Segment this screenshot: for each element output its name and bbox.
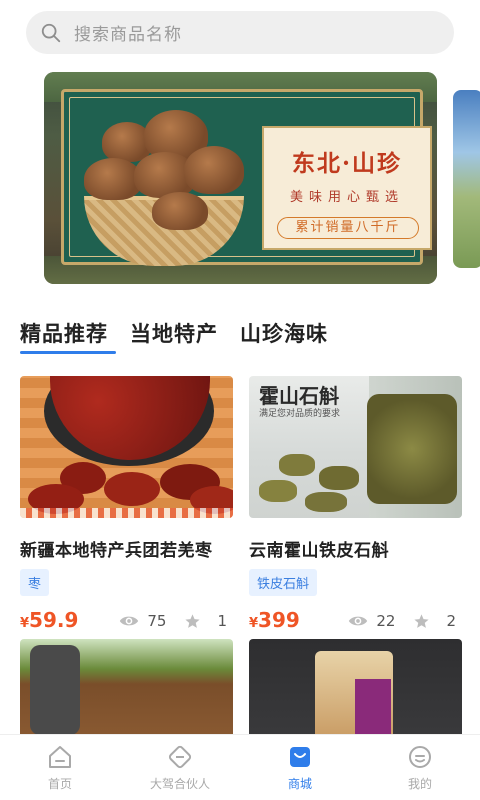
banner-frame: 东北·山珍 美味用心甄选 累计销量八千斤 (61, 89, 432, 266)
next-banner-peek[interactable] (453, 90, 480, 268)
product-image-partial[interactable] (20, 639, 233, 739)
star-icon (414, 613, 430, 628)
star-count: 1 (217, 612, 227, 630)
tab-local-specialty[interactable]: 当地特产 (130, 318, 218, 348)
banner-title: 东北·山珍 (291, 150, 402, 177)
star-icon (185, 613, 201, 628)
eye-icon (120, 616, 139, 626)
product-card[interactable]: 新疆本地特产兵团若羌枣 枣 ¥59.9 75 1 (20, 376, 233, 634)
search-placeholder: 搜索商品名称 (74, 25, 182, 45)
product-image-partial[interactable] (249, 639, 462, 739)
product-image: 霍山石斛 满足您对品质的要求 (249, 376, 462, 518)
product-image-title: 霍山石斛 (259, 384, 339, 408)
banner-subtitle: 美味用心甄选 (289, 190, 404, 205)
nav-shop[interactable]: 商城 (240, 735, 360, 800)
banner-text-panel: 东北·山珍 美味用心甄选 累计销量八千斤 (262, 126, 432, 250)
home-icon (49, 745, 71, 768)
product-meta: ¥59.9 75 1 (20, 608, 233, 634)
shop-icon (290, 746, 310, 767)
nav-profile-label: 我的 (407, 776, 432, 791)
partner-icon (168, 745, 192, 768)
nav-partner[interactable]: 大驾合伙人 (120, 735, 240, 800)
star-count: 2 (446, 612, 456, 630)
profile-icon (409, 745, 431, 768)
mushroom-image (152, 192, 208, 230)
product-stats: 75 1 (119, 612, 227, 630)
view-count: 22 (376, 612, 396, 630)
promo-banner[interactable]: 东北·山珍 美味用心甄选 累计销量八千斤 (44, 72, 437, 284)
nav-partner-label: 大驾合伙人 (149, 776, 210, 791)
product-image-subtitle: 满足您对品质的要求 (259, 409, 341, 419)
product-price: ¥399 (249, 608, 300, 632)
nav-shop-label: 商城 (287, 776, 312, 791)
product-name: 云南霍山铁皮石斛 (249, 541, 389, 561)
tab-featured[interactable]: 精品推荐 (20, 318, 116, 354)
nav-home[interactable]: 首页 (0, 735, 120, 800)
search-icon (41, 23, 61, 42)
category-tabs: 精品推荐 当地特产 山珍海味 (20, 318, 328, 354)
product-image (20, 376, 233, 518)
product-stats: 22 2 (348, 612, 456, 630)
product-meta: ¥399 22 2 (249, 608, 462, 634)
nav-home-label: 首页 (47, 776, 72, 791)
bottom-nav: 首页 大驾合伙人 商城 我的 (0, 734, 480, 800)
eye-icon (349, 616, 368, 626)
view-count: 75 (147, 612, 167, 630)
product-card[interactable]: 霍山石斛 满足您对品质的要求 云南霍山铁皮石斛 铁皮石斛 ¥399 22 2 (249, 376, 462, 634)
product-tag: 枣 (20, 569, 50, 596)
mushroom-image (184, 146, 244, 194)
banner-badge: 累计销量八千斤 (277, 217, 419, 239)
product-price: ¥59.9 (20, 608, 79, 632)
search-bar[interactable]: 搜索商品名称 (26, 11, 454, 54)
product-name: 新疆本地特产兵团若羌枣 (20, 541, 213, 561)
nav-profile[interactable]: 我的 (360, 735, 480, 800)
tab-delicacies[interactable]: 山珍海味 (240, 318, 328, 348)
product-tag: 铁皮石斛 (249, 569, 318, 596)
